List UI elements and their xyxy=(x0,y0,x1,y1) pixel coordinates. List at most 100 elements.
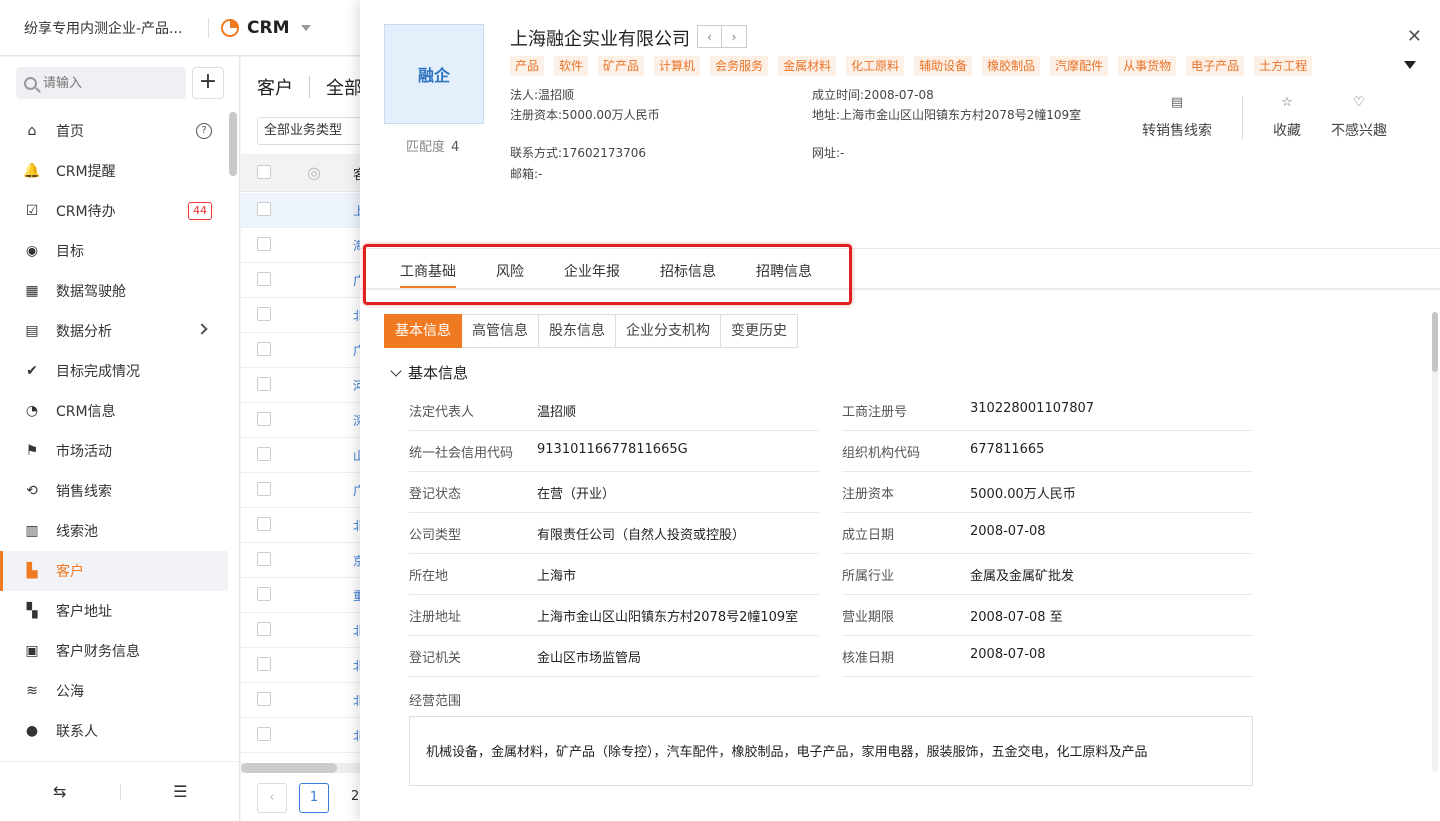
sidebar-item-label: 客户地址 xyxy=(56,604,112,620)
target-icon[interactable]: ◎ xyxy=(307,163,321,182)
close-icon[interactable]: ✕ xyxy=(1407,26,1422,47)
industry-tag: 计算机 xyxy=(654,56,701,76)
company-detail-drawer: 融企 匹配度 4 上海融企实业有限公司 ‹ › 产品 软件 矿产品 计算机 会务服务 金属材… xyxy=(360,0,1440,821)
sidebar-item[interactable]: ▚ 客户地址 xyxy=(0,591,228,631)
row-checkbox[interactable] xyxy=(257,202,271,216)
row-checkbox[interactable] xyxy=(257,552,271,566)
sidebar-item[interactable]: ✔ 目标完成情况 xyxy=(0,351,228,391)
field-label: 工商注册号 xyxy=(842,405,908,420)
industry-tag: 汽摩配件 xyxy=(1050,56,1109,76)
match-label: 匹配度 xyxy=(406,140,446,155)
subtab-item[interactable]: 基本信息 xyxy=(384,314,462,348)
pie-icon: ◔ xyxy=(25,403,39,419)
target-icon: ◉ xyxy=(25,243,39,259)
field-label: 所在地 xyxy=(409,569,449,584)
not-interested-button[interactable]: ♡ 不感兴趣 xyxy=(1331,96,1387,140)
field-value: 310228001107807 xyxy=(970,401,1095,416)
convert-to-lead-button[interactable]: ▤ 转销售线索 xyxy=(1142,96,1212,140)
prev-page-button[interactable]: ‹ xyxy=(257,783,287,813)
search-box[interactable] xyxy=(16,67,186,99)
row-checkbox[interactable] xyxy=(257,307,271,321)
row-checkbox[interactable] xyxy=(257,237,271,251)
row-checkbox[interactable] xyxy=(257,272,271,286)
tab-item[interactable]: 招聘信息 xyxy=(756,261,812,281)
page-next[interactable]: 2 xyxy=(351,789,359,804)
business-type-filter[interactable]: 全部业务类型 xyxy=(257,117,367,145)
sidebar-scrollbar[interactable] xyxy=(229,112,237,176)
match-degree: 匹配度 4 xyxy=(406,136,459,155)
collapse-menu-icon[interactable]: ☰ xyxy=(121,782,241,801)
row-checkbox[interactable] xyxy=(257,517,271,531)
sidebar-item[interactable]: ● 联系人 xyxy=(0,711,228,751)
subtab-item[interactable]: 高管信息 xyxy=(462,314,539,348)
sidebar-item[interactable]: 🔔 CRM提醒 xyxy=(0,151,228,191)
home-icon: ⌂ xyxy=(27,123,37,139)
subtab-item[interactable]: 股东信息 xyxy=(539,314,616,348)
sidebar-item[interactable]: ▣ 客户财务信息 xyxy=(0,631,228,671)
tab-item[interactable]: 招标信息 xyxy=(660,261,716,281)
sidebar-item[interactable]: ▤ 数据分析 xyxy=(0,311,228,351)
industry-tag: 土方工程 xyxy=(1254,56,1313,76)
info-field: 核准日期 2008-07-08 xyxy=(842,636,1252,677)
row-checkbox[interactable] xyxy=(257,447,271,461)
info-field: 所属行业 金属及金属矿批发 xyxy=(842,554,1252,595)
tab-item[interactable]: 企业年报 xyxy=(564,261,620,281)
sidebar-item[interactable]: ⌂ 首页? xyxy=(0,111,228,151)
website: 网址:- xyxy=(812,146,845,160)
row-checkbox[interactable] xyxy=(257,657,271,671)
flag-icon: ⚑ xyxy=(25,443,39,459)
row-checkbox[interactable] xyxy=(257,412,271,426)
row-checkbox[interactable] xyxy=(257,482,271,496)
row-checkbox[interactable] xyxy=(257,727,271,741)
search-input[interactable] xyxy=(43,75,173,91)
field-label: 法定代表人 xyxy=(409,405,475,420)
sidebar-item-label: CRM待办 xyxy=(56,204,116,220)
sidebar-item[interactable]: ◔ CRM信息 xyxy=(0,391,228,431)
sidebar-item[interactable]: ≋ 公海 xyxy=(0,671,228,711)
sidebar-item[interactable]: ▙ 客户 xyxy=(0,551,228,591)
contact-icon: ● xyxy=(25,723,39,739)
expand-tags-icon[interactable] xyxy=(1404,61,1416,69)
subtab-item[interactable]: 企业分支机构 xyxy=(616,314,721,348)
company-logo: 融企 xyxy=(384,24,484,124)
sidebar-item[interactable]: ▥ 线索池 xyxy=(0,511,228,551)
sidebar-item[interactable]: ◉ 目标 xyxy=(0,231,228,271)
business-scope-label: 经营范围 xyxy=(409,694,462,709)
field-value: 金山区市场监管局 xyxy=(537,651,642,666)
search-icon xyxy=(24,76,37,90)
detail-actions: ▤ 转销售线索 ☆ 收藏 ♡ 不感兴趣 xyxy=(1142,96,1387,140)
page-current[interactable]: 1 xyxy=(299,783,329,813)
info-field: 成立日期 2008-07-08 xyxy=(842,513,1252,554)
list-title: 客户 xyxy=(257,78,293,99)
sidebar-item[interactable]: ▦ 数据驾驶舱 xyxy=(0,271,228,311)
list-scope[interactable]: 全部 xyxy=(326,74,362,100)
sidebar-item[interactable]: ⚑ 市场活动 xyxy=(0,431,228,471)
sidebar-item-label: 销售线索 xyxy=(56,484,112,500)
sub-tabs: 基本信息 高管信息 股东信息 企业分支机构 变更历史 xyxy=(384,314,798,348)
select-all-checkbox[interactable] xyxy=(257,165,271,179)
row-checkbox[interactable] xyxy=(257,342,271,356)
row-checkbox[interactable] xyxy=(257,377,271,391)
app-name[interactable]: CRM xyxy=(247,18,289,38)
switch-icon[interactable]: ⇆ xyxy=(0,782,120,801)
next-record-button[interactable]: › xyxy=(722,25,747,48)
detail-scrollbar[interactable] xyxy=(1432,312,1438,772)
help-icon[interactable]: ? xyxy=(196,123,212,139)
subtab-item[interactable]: 变更历史 xyxy=(721,314,798,348)
favorite-button[interactable]: ☆ 收藏 xyxy=(1273,96,1301,140)
industry-tag: 产品 xyxy=(510,56,545,76)
tab-item[interactable]: 风险 xyxy=(496,261,524,281)
add-button[interactable]: + xyxy=(192,67,224,99)
app-dropdown-icon[interactable] xyxy=(301,24,312,31)
company-switcher[interactable]: 纷享专用内测企业-产品... xyxy=(24,18,192,38)
tab-item[interactable]: 工商基础 xyxy=(400,261,456,288)
prev-record-button[interactable]: ‹ xyxy=(697,25,722,48)
field-value: 2008-07-08 至 xyxy=(970,610,1063,625)
row-checkbox[interactable] xyxy=(257,587,271,601)
field-value: 金属及金属矿批发 xyxy=(970,569,1075,584)
section-header[interactable]: 基本信息 xyxy=(390,362,468,383)
row-checkbox[interactable] xyxy=(257,622,271,636)
row-checkbox[interactable] xyxy=(257,692,271,706)
sidebar-item[interactable]: ☑ CRM待办 44 xyxy=(0,191,228,231)
sidebar-item[interactable]: ⟲ 销售线索 xyxy=(0,471,228,511)
